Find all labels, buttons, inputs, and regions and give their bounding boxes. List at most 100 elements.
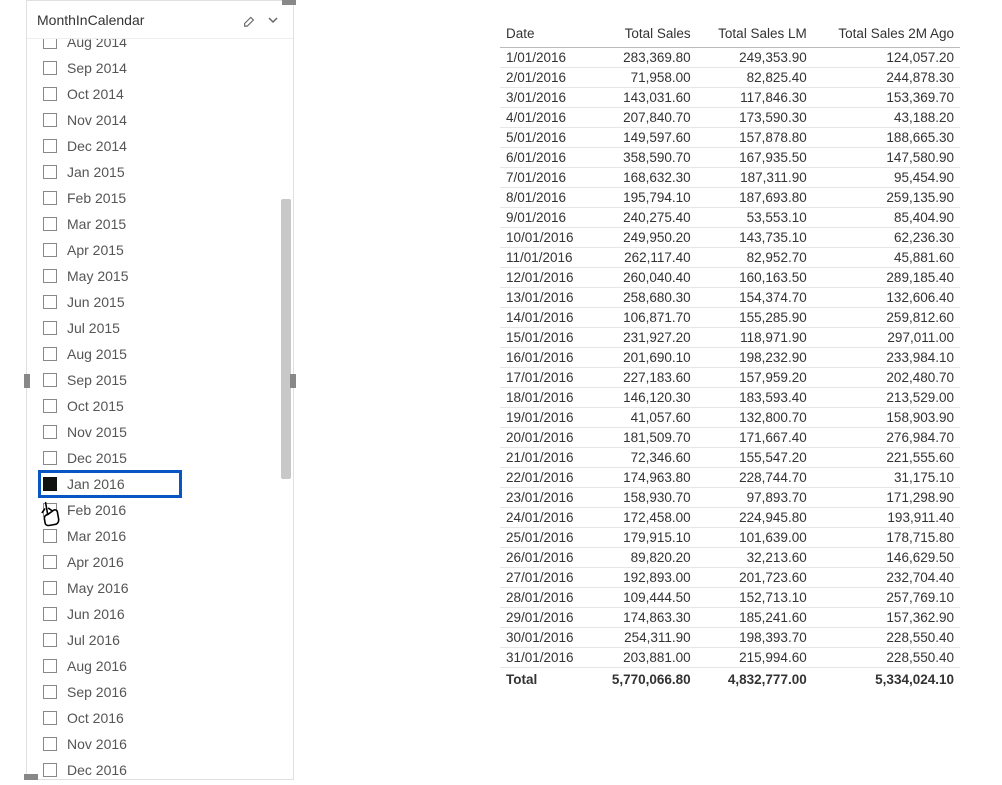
- slicer-item[interactable]: Feb 2016: [39, 497, 293, 523]
- slicer-item[interactable]: Nov 2016: [39, 731, 293, 757]
- checkbox-icon[interactable]: [43, 321, 57, 335]
- month-slicer[interactable]: MonthInCalendar Aug 2014Sep 2014Oct 2014…: [26, 0, 294, 780]
- slicer-item[interactable]: Aug 2014: [39, 39, 293, 55]
- slicer-item[interactable]: Apr 2015: [39, 237, 293, 263]
- slicer-item[interactable]: Aug 2016: [39, 653, 293, 679]
- table-row[interactable]: 9/01/2016240,275.4053,553.1085,404.90: [500, 208, 960, 228]
- slicer-item[interactable]: Jun 2016: [39, 601, 293, 627]
- slicer-item[interactable]: Sep 2015: [39, 367, 293, 393]
- table-row[interactable]: 27/01/2016192,893.00201,723.60232,704.40: [500, 568, 960, 588]
- column-header[interactable]: Total Sales LM: [697, 22, 813, 48]
- checkbox-icon[interactable]: [43, 555, 57, 569]
- checkbox-icon[interactable]: [43, 633, 57, 647]
- slicer-item[interactable]: Oct 2014: [39, 81, 293, 107]
- checkbox-icon[interactable]: [43, 39, 57, 49]
- table-row[interactable]: 2/01/201671,958.0082,825.40244,878.30: [500, 68, 960, 88]
- checkbox-icon[interactable]: [43, 139, 57, 153]
- checkbox-icon[interactable]: [43, 373, 57, 387]
- checkbox-icon[interactable]: [43, 87, 57, 101]
- table-row[interactable]: 28/01/2016109,444.50152,713.10257,769.10: [500, 588, 960, 608]
- table-row[interactable]: 16/01/2016201,690.10198,232.90233,984.10: [500, 348, 960, 368]
- column-header[interactable]: Date: [500, 22, 592, 48]
- checkbox-icon[interactable]: [43, 191, 57, 205]
- checkbox-icon[interactable]: [43, 113, 57, 127]
- checkbox-icon[interactable]: [43, 581, 57, 595]
- slicer-item[interactable]: Sep 2014: [39, 55, 293, 81]
- column-header[interactable]: Total Sales: [592, 22, 697, 48]
- table-row[interactable]: 6/01/2016358,590.70167,935.50147,580.90: [500, 148, 960, 168]
- checkbox-icon[interactable]: [43, 477, 57, 491]
- table-row[interactable]: 20/01/2016181,509.70171,667.40276,984.70: [500, 428, 960, 448]
- checkbox-icon[interactable]: [43, 607, 57, 621]
- slicer-item[interactable]: May 2016: [39, 575, 293, 601]
- table-row[interactable]: 26/01/201689,820.2032,213.60146,629.50: [500, 548, 960, 568]
- checkbox-icon[interactable]: [43, 685, 57, 699]
- slicer-item[interactable]: Oct 2015: [39, 393, 293, 419]
- scrollbar-thumb[interactable]: [281, 199, 291, 479]
- table-row[interactable]: 29/01/2016174,863.30185,241.60157,362.90: [500, 608, 960, 628]
- table-row[interactable]: 12/01/2016260,040.40160,163.50289,185.40: [500, 268, 960, 288]
- table-row[interactable]: 21/01/201672,346.60155,547.20221,555.60: [500, 448, 960, 468]
- table-row[interactable]: 22/01/2016174,963.80228,744.7031,175.10: [500, 468, 960, 488]
- table-row[interactable]: 17/01/2016227,183.60157,959.20202,480.70: [500, 368, 960, 388]
- slicer-item[interactable]: Feb 2015: [39, 185, 293, 211]
- slicer-item[interactable]: Mar 2015: [39, 211, 293, 237]
- table-row[interactable]: 13/01/2016258,680.30154,374.70132,606.40: [500, 288, 960, 308]
- table-row[interactable]: 18/01/2016146,120.30183,593.40213,529.00: [500, 388, 960, 408]
- checkbox-icon[interactable]: [43, 295, 57, 309]
- eraser-icon[interactable]: [239, 10, 259, 30]
- slicer-item[interactable]: Apr 2016: [39, 549, 293, 575]
- table-row[interactable]: 7/01/2016168,632.30187,311.9095,454.90: [500, 168, 960, 188]
- slicer-item[interactable]: Dec 2015: [39, 445, 293, 471]
- checkbox-icon[interactable]: [43, 711, 57, 725]
- table-row[interactable]: 23/01/2016158,930.7097,893.70171,298.90: [500, 488, 960, 508]
- slicer-item[interactable]: Nov 2015: [39, 419, 293, 445]
- slicer-item[interactable]: Jun 2015: [39, 289, 293, 315]
- checkbox-icon[interactable]: [43, 61, 57, 75]
- table-row[interactable]: 3/01/2016143,031.60117,846.30153,369.70: [500, 88, 960, 108]
- slicer-item[interactable]: May 2015: [39, 263, 293, 289]
- table-row[interactable]: 14/01/2016106,871.70155,285.90259,812.60: [500, 308, 960, 328]
- table-row[interactable]: 30/01/2016254,311.90198,393.70228,550.40: [500, 628, 960, 648]
- resize-handle[interactable]: [24, 374, 30, 388]
- checkbox-icon[interactable]: [43, 399, 57, 413]
- slicer-item[interactable]: Jan 2016: [39, 471, 181, 497]
- slicer-item[interactable]: Nov 2014: [39, 107, 293, 133]
- checkbox-icon[interactable]: [43, 503, 57, 517]
- checkbox-icon[interactable]: [43, 425, 57, 439]
- checkbox-icon[interactable]: [43, 269, 57, 283]
- checkbox-icon[interactable]: [43, 659, 57, 673]
- table-row[interactable]: 8/01/2016195,794.10187,693.80259,135.90: [500, 188, 960, 208]
- checkbox-icon[interactable]: [43, 763, 57, 777]
- slicer-item[interactable]: Jan 2015: [39, 159, 293, 185]
- checkbox-icon[interactable]: [43, 217, 57, 231]
- slicer-item[interactable]: Mar 2016: [39, 523, 293, 549]
- slicer-item[interactable]: Dec 2016: [39, 757, 293, 779]
- table-row[interactable]: 4/01/2016207,840.70173,590.3043,188.20: [500, 108, 960, 128]
- checkbox-icon[interactable]: [43, 737, 57, 751]
- table-row[interactable]: 25/01/2016179,915.10101,639.00178,715.80: [500, 528, 960, 548]
- slicer-item[interactable]: Dec 2014: [39, 133, 293, 159]
- table-row[interactable]: 24/01/2016172,458.00224,945.80193,911.40: [500, 508, 960, 528]
- chevron-down-icon[interactable]: [263, 10, 283, 30]
- resize-handle[interactable]: [24, 774, 38, 780]
- table-row[interactable]: 11/01/2016262,117.4082,952.7045,881.60: [500, 248, 960, 268]
- resize-handle[interactable]: [282, 0, 296, 5]
- table-row[interactable]: 31/01/2016203,881.00215,994.60228,550.40: [500, 648, 960, 668]
- slicer-item[interactable]: Aug 2015: [39, 341, 293, 367]
- table-row[interactable]: 15/01/2016231,927.20118,971.90297,011.00: [500, 328, 960, 348]
- slicer-item[interactable]: Sep 2016: [39, 679, 293, 705]
- checkbox-icon[interactable]: [43, 451, 57, 465]
- checkbox-icon[interactable]: [43, 165, 57, 179]
- slicer-item[interactable]: Jul 2015: [39, 315, 293, 341]
- resize-handle[interactable]: [290, 374, 296, 388]
- checkbox-icon[interactable]: [43, 243, 57, 257]
- table-row[interactable]: 1/01/2016283,369.80249,353.90124,057.20: [500, 48, 960, 68]
- table-row[interactable]: 10/01/2016249,950.20143,735.1062,236.30: [500, 228, 960, 248]
- slicer-item[interactable]: Oct 2016: [39, 705, 293, 731]
- column-header[interactable]: Total Sales 2M Ago: [813, 22, 960, 48]
- slicer-item[interactable]: Jul 2016: [39, 627, 293, 653]
- checkbox-icon[interactable]: [43, 347, 57, 361]
- table-row[interactable]: 19/01/201641,057.60132,800.70158,903.90: [500, 408, 960, 428]
- slicer-list[interactable]: Aug 2014Sep 2014Oct 2014Nov 2014Dec 2014…: [27, 39, 293, 779]
